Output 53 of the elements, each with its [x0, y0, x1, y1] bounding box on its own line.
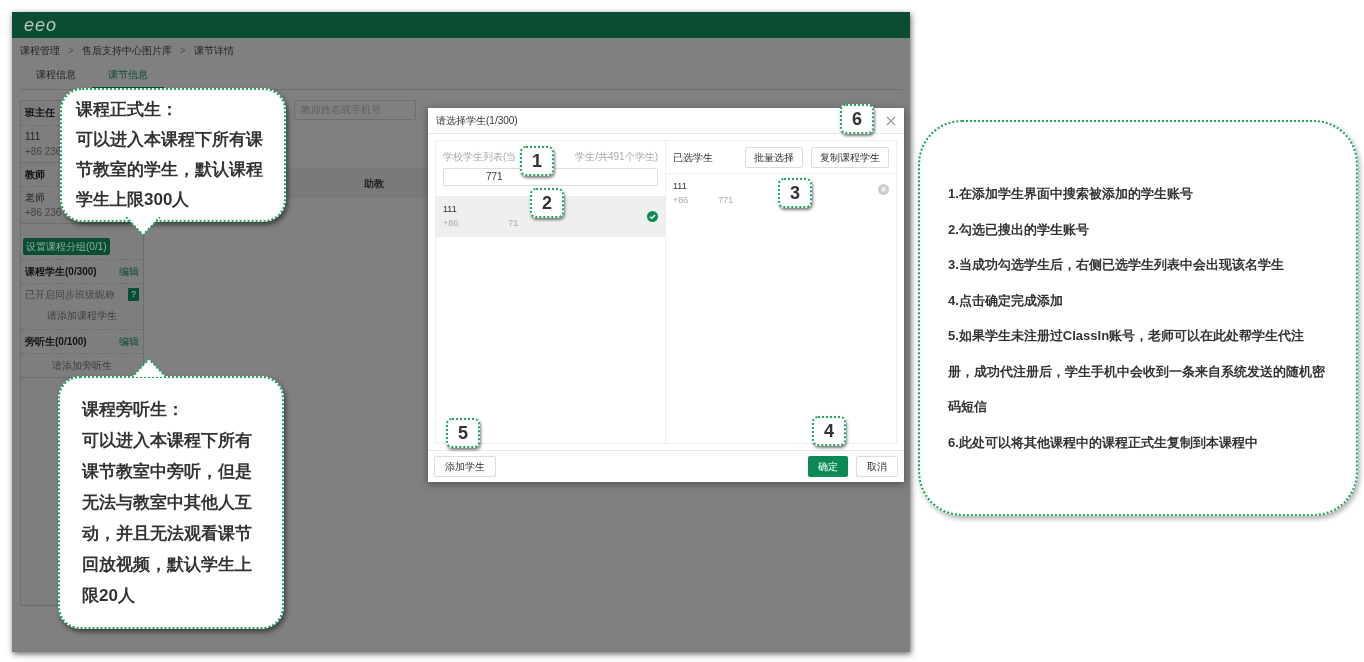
section-title: 教师	[25, 168, 45, 180]
note-text: 6.此处可以将其他课程中的课程正式生复制到本课程中	[948, 433, 1259, 452]
student-name: 111	[673, 180, 688, 193]
breadcrumb-separator: >	[179, 43, 186, 58]
group-button[interactable]: 设置课程分组(0/1)	[23, 238, 110, 255]
note-text: 3.当成功勾选学生后，右侧已选学生列表中会出现该名学生	[948, 256, 1285, 274]
callout-title: 课程正式生：	[76, 99, 179, 121]
check-icon	[647, 211, 658, 222]
list-hint: 学生/共491个学生)	[575, 150, 658, 164]
callout-title: 课程旁听生：	[82, 399, 185, 421]
breadcrumb-separator: >	[68, 43, 74, 58]
section-title: 课程学生(0/300)	[25, 265, 97, 279]
close-icon[interactable]	[886, 115, 896, 126]
person-name: 老师	[25, 191, 45, 205]
breadcrumb-link[interactable]: 课程管理	[20, 42, 60, 58]
dialog-title: 请选择学生(1/300)	[436, 114, 518, 128]
column-header: 助教	[364, 176, 384, 191]
person-name: 111	[25, 129, 41, 144]
number-badge: 2	[530, 188, 564, 218]
logo: eeo	[24, 13, 58, 37]
help-badge[interactable]: ?	[128, 287, 139, 302]
student-number: 771	[718, 193, 734, 207]
callout-text: 可以进入本课程下所有课节教室中旁听，但是无法与教室中其他人互动，并且无法观看课节回放视频，默认学生上限20人	[82, 430, 253, 607]
number-badge: 1	[520, 146, 554, 176]
note-text: 5.如果学生未注册过ClassIn账号，老师可以在此处帮学生代注册，成功代注册后，学生手机中会收到一条来自系统发送的随机密码短信	[948, 327, 1326, 416]
number-badge: 5	[446, 418, 480, 448]
section-title: 旁听生(0/100)	[25, 334, 87, 349]
cancel-button[interactable]: 取消	[856, 456, 898, 477]
breadcrumb-link[interactable]: 售后支持中心图片库	[81, 42, 172, 58]
edit-link[interactable]: 编辑	[119, 264, 139, 279]
list-hint: 学校学生列表(当	[443, 150, 517, 164]
student-phone: +86	[443, 216, 459, 230]
action-button[interactable]: 批量选择	[745, 146, 803, 168]
note-text: 1.在添加学生界面中搜索被添加的学生账号	[948, 185, 1194, 203]
add-student-button[interactable]: 添加学生	[434, 456, 496, 477]
breadcrumb-link[interactable]: 课节详情	[193, 42, 234, 58]
tab[interactable]: 课程信息	[20, 62, 92, 89]
callout-text: 可以进入本课程下所有课节教室的学生，默认课程学生上限300人	[76, 129, 264, 211]
section-title: 班主任	[25, 107, 55, 118]
action-button[interactable]: 复制课程学生	[811, 146, 889, 168]
note-text: 2.勾选已搜出的学生账号	[948, 220, 1090, 239]
edit-link[interactable]: 编辑	[119, 333, 139, 349]
remove-icon[interactable]	[878, 184, 889, 195]
person-phone: +86 236	[25, 206, 62, 220]
number-badge: 4	[812, 416, 846, 446]
confirm-button[interactable]: 确定	[808, 456, 848, 477]
student-phone: +86	[673, 193, 689, 207]
number-badge: 6	[840, 104, 874, 134]
student-name: 111	[443, 203, 458, 216]
student-number: 71	[508, 216, 519, 230]
number-badge: 3	[778, 178, 812, 208]
note-text: 4.点击确定完成添加	[948, 291, 1064, 310]
selected-title: 已选学生	[673, 150, 713, 165]
